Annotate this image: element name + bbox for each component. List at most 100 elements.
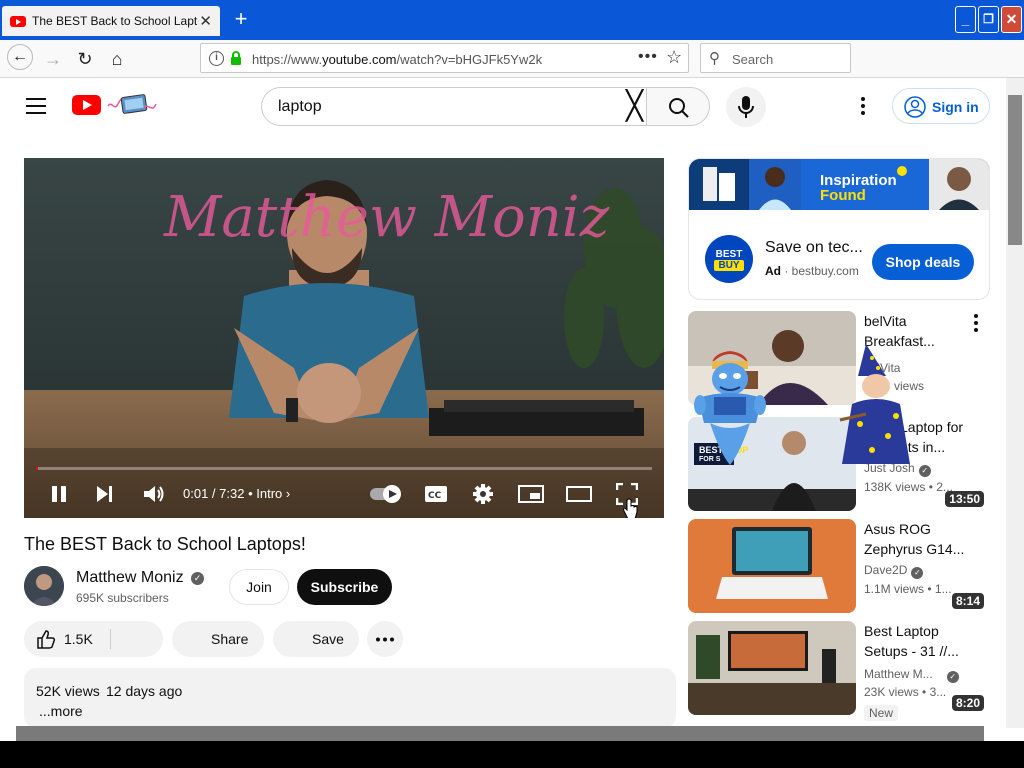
- screen-bottom-edge: [0, 741, 1024, 768]
- chapter-title[interactable]: • Intro: [248, 486, 282, 501]
- guide-menu-icon[interactable]: [26, 98, 46, 114]
- browser-nav-bar: ← → ↻ ⌂ i https://www.youtube.com/watch?…: [0, 40, 1024, 106]
- progress-track[interactable]: [36, 467, 652, 470]
- browser-tab[interactable]: The BEST Back to School Laptops! ✕: [2, 6, 220, 36]
- miniplayer-icon[interactable]: [518, 485, 544, 503]
- time-display: 0:01 / 7:32 • Intro ›: [183, 486, 291, 501]
- lock-icon: [231, 51, 241, 65]
- next-video-icon[interactable]: [96, 485, 114, 503]
- search-placeholder: Search: [732, 52, 774, 67]
- verified-badge-icon: ✓: [918, 465, 931, 477]
- reload-icon[interactable]: ↻: [73, 48, 97, 70]
- youtube-logo[interactable]: [72, 95, 101, 115]
- like-count[interactable]: 1.5K: [64, 631, 93, 647]
- youtube-doodle-icon[interactable]: [106, 90, 158, 120]
- channel-label: Matthew M...: [864, 667, 933, 681]
- save-button[interactable]: Save: [273, 621, 359, 657]
- shop-deals-button[interactable]: Shop deals: [872, 244, 974, 280]
- volume-icon[interactable]: [142, 483, 164, 505]
- progress-fill: [36, 467, 38, 470]
- clear-search-icon[interactable]: ╳: [626, 91, 643, 121]
- restore-window-button[interactable]: ❐: [978, 6, 999, 33]
- horizontal-scrollbar[interactable]: [16, 726, 984, 741]
- recommended-video[interactable]: 8:20 Best Laptop Setups - 31 //... Matthe…: [688, 621, 988, 721]
- more-actions-button[interactable]: [367, 621, 403, 657]
- sign-in-button[interactable]: Sign in: [892, 88, 990, 124]
- site-info-icon[interactable]: i: [209, 51, 224, 66]
- channel-avatar[interactable]: [24, 566, 64, 606]
- rec-channel[interactable]: Dave2D ✓: [864, 563, 924, 579]
- upload-date: 12 days ago: [106, 683, 183, 699]
- rec-title-line-1: Laptop for: [900, 419, 964, 435]
- rec-title-line-1: Best Laptop: [864, 623, 939, 639]
- wizard-character-icon[interactable]: [836, 344, 916, 469]
- close-tab-icon[interactable]: ✕: [199, 12, 212, 30]
- url-text: https://www.youtube.com/watch?v=bHGJFk5Y…: [252, 52, 543, 67]
- theater-mode-icon[interactable]: [566, 485, 592, 503]
- rec-views: 138K views • 2...: [864, 480, 953, 494]
- logo-text-1: BEST: [715, 249, 743, 260]
- video-title: The BEST Back to School Laptops!: [24, 534, 306, 554]
- video-duration: 8:14: [951, 593, 984, 609]
- share-label: Share: [211, 631, 249, 647]
- youtube-search-input[interactable]: laptop ╳: [261, 87, 647, 126]
- ad-domain: bestbuy.com: [791, 264, 859, 278]
- rec-channel[interactable]: Matthew M... ✓: [864, 667, 959, 683]
- voice-search-button[interactable]: [726, 87, 766, 127]
- sign-in-label: Sign in: [932, 99, 979, 115]
- thumbs-up-icon[interactable]: [36, 629, 56, 649]
- settings-kebab-icon[interactable]: [858, 96, 868, 116]
- bookmark-star-icon[interactable]: ☆: [666, 47, 682, 68]
- forward-arrow-icon[interactable]: →: [41, 48, 65, 70]
- bestbuy-logo: BEST BUY: [705, 235, 753, 283]
- microphone-icon: [738, 96, 754, 118]
- account-icon: [904, 96, 926, 118]
- logo-text-2: BUY: [714, 260, 744, 271]
- address-bar[interactable]: i https://www.youtube.com/watch?v=bHGJFk…: [200, 43, 689, 73]
- search-query: laptop: [278, 98, 322, 115]
- close-window-button[interactable]: ✕: [1001, 6, 1022, 33]
- svg-text:CC: CC: [428, 491, 442, 501]
- back-arrow-icon[interactable]: ←: [7, 44, 33, 70]
- chevron-right-icon[interactable]: ›: [286, 486, 290, 501]
- autoplay-toggle[interactable]: [368, 484, 404, 504]
- new-tab-button[interactable]: +: [230, 6, 252, 32]
- video-player[interactable]: Matthew Moniz 0:01 / 7:32 • Intro › CC: [24, 158, 664, 518]
- rec-title: Best Laptop Setups - 31 //...: [864, 621, 972, 661]
- ad-card[interactable]: Inspiration Found BEST BUY Save on tec..…: [688, 158, 990, 300]
- scrollbar-thumb[interactable]: [1008, 95, 1022, 245]
- home-icon[interactable]: ⌂: [105, 48, 129, 70]
- age-label: • 3...: [922, 685, 947, 699]
- youtube-favicon-icon: [10, 15, 26, 27]
- recommended-video[interactable]: 8:14 Asus ROG Zephyrus G14... Dave2D ✓ 1.1…: [688, 519, 988, 613]
- subscriber-count: 695K subscribers: [76, 591, 169, 605]
- browser-search-box[interactable]: ⚲ Search: [700, 43, 851, 73]
- verified-badge-icon: ✓: [191, 572, 204, 585]
- page-actions-icon[interactable]: •••: [638, 48, 658, 66]
- description-box[interactable]: 52K views 12 days ago ...more: [24, 668, 676, 728]
- rec-views: 23K views • 3...: [864, 685, 946, 699]
- genie-character-icon[interactable]: [690, 343, 770, 468]
- channel-name[interactable]: Matthew Moniz: [76, 569, 184, 587]
- ad-title: Save on tec...: [765, 239, 863, 256]
- neon-signature: Matthew Moniz: [163, 185, 610, 250]
- subscribe-button[interactable]: Subscribe: [297, 569, 392, 605]
- age-label: • 2...: [928, 480, 953, 494]
- rec-title-line-1: Asus ROG: [864, 521, 931, 537]
- rec-title-line-2: nts in...: [900, 439, 946, 455]
- pause-icon[interactable]: [50, 485, 68, 503]
- settings-gear-icon[interactable]: [472, 483, 494, 505]
- views-label: 23K views: [864, 685, 919, 699]
- rec-menu-kebab-icon[interactable]: [974, 314, 978, 332]
- minimize-window-button[interactable]: _: [955, 6, 976, 33]
- closed-captions-icon[interactable]: CC: [424, 485, 448, 503]
- dislike-button[interactable]: [124, 627, 152, 651]
- show-more-link[interactable]: ...more: [39, 703, 83, 719]
- verified-badge-icon: ✓: [911, 567, 924, 579]
- join-button[interactable]: Join: [229, 569, 289, 605]
- youtube-search-button[interactable]: [646, 87, 710, 126]
- views-label: 138K views: [864, 480, 926, 494]
- video-frame: Matthew Moniz: [24, 158, 664, 518]
- rec-title-line-2: Setups - 31 //...: [864, 643, 959, 659]
- share-button[interactable]: Share: [172, 621, 264, 657]
